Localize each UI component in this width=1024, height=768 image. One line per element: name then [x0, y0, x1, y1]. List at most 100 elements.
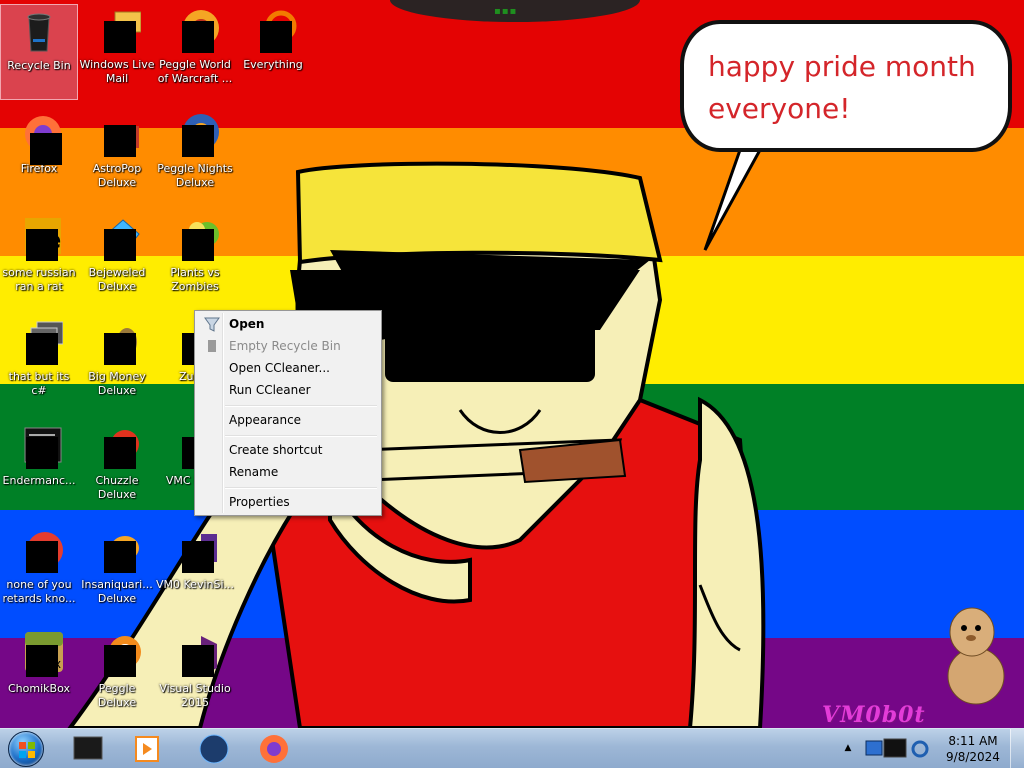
taskbar-button-firefox[interactable]	[244, 731, 304, 767]
visual-studio-icon	[171, 632, 219, 680]
desktop-icon-chomikbox[interactable]: ox ChomikBox	[0, 628, 78, 724]
media-player-icon	[135, 736, 159, 762]
menu-item-label: Run CCleaner	[229, 383, 311, 397]
menu-item-create-shortcut[interactable]: Create shortcut	[197, 439, 379, 461]
icon-label: Visual Studio 2015	[159, 682, 231, 709]
masked-icon-region	[104, 21, 136, 53]
icon-label: Windows Live Mail	[79, 58, 155, 85]
system-tray	[862, 735, 934, 763]
start-button[interactable]	[4, 730, 50, 768]
taskbar-button-media-player[interactable]	[118, 731, 178, 767]
stacked-windows-icon	[15, 320, 64, 368]
wallpaper-watermark: VM0b0t	[822, 702, 926, 728]
windows-live-mail-icon	[93, 8, 142, 56]
masked-icon-region	[26, 437, 58, 469]
icon-label: Big Money Deluxe	[88, 370, 146, 397]
sync-icon[interactable]	[911, 740, 929, 758]
monitor-icon[interactable]	[883, 738, 907, 758]
firefox-icon	[15, 112, 63, 165]
icon-label: ChomikBox	[8, 682, 70, 695]
menu-item-label: Open CCleaner...	[229, 361, 330, 375]
menu-item-open-ccleaner[interactable]: Open CCleaner...	[197, 357, 379, 379]
menu-item-run-ccleaner[interactable]: Run CCleaner	[197, 379, 379, 401]
icon-label: Peggle Nights Deluxe	[157, 162, 233, 189]
masked-icon-region	[104, 645, 136, 677]
show-desktop-button[interactable]	[1010, 729, 1024, 768]
globe-icon	[199, 734, 229, 764]
desktop-icon-peggle-wow[interactable]: Peggle World of Warcraft ...	[156, 4, 234, 100]
taskbar-button-globe-app[interactable]	[184, 731, 244, 767]
desktop-icon-vm0-kevinsi[interactable]: VM0 KevinSi...	[156, 524, 234, 620]
menu-item-label: Rename	[229, 465, 279, 479]
icon-label: Peggle World of Warcraft ...	[157, 58, 233, 85]
desktop-icon-chuzzle[interactable]: Chuzzle Deluxe	[78, 420, 156, 516]
taskbar-clock[interactable]: 8:11 AM 9/8/2024	[940, 733, 1006, 765]
desktop-icon-peggle-nights[interactable]: Peggle Nights Deluxe	[156, 108, 234, 204]
speech-bubble-text: happy pride month everyone!	[708, 50, 976, 125]
desktop-icon-astropop[interactable]: AstroPop Deluxe	[78, 108, 156, 204]
menu-item-label: Open	[229, 317, 265, 331]
desktop-icon-visual-studio[interactable]: Visual Studio 2015	[156, 628, 234, 724]
vm-kevinsi-icon	[171, 528, 219, 576]
icon-label: Plants vs Zombies	[170, 266, 220, 293]
icon-label: Insaniquari... Deluxe	[81, 578, 153, 605]
red-orb-icon	[15, 528, 63, 576]
firefox-icon	[260, 735, 288, 763]
masked-icon-region	[182, 541, 214, 573]
desktop-icon-bejeweled[interactable]: Bejeweled Deluxe	[78, 212, 156, 308]
desktop-icon-insaniquarium[interactable]: Insaniquari... Deluxe	[78, 524, 156, 620]
menu-item-label: Appearance	[229, 413, 302, 427]
desktop-icon-windows-live-mail[interactable]: Windows Live Mail	[78, 4, 156, 100]
peggle-nights-icon	[171, 112, 219, 160]
desktop-icon-that-but-its-csharp[interactable]: that but its c#	[0, 316, 78, 412]
masked-icon-region	[182, 229, 214, 261]
menu-item-properties[interactable]: Properties	[197, 491, 379, 513]
desktop-icon-russian-rat[interactable]: e some russian ran a rat	[0, 212, 78, 308]
peggle-deluxe-icon	[93, 632, 141, 680]
russian-rat-icon: e	[15, 216, 63, 264]
desktop-icon-none-of-you[interactable]: none of you retards kno...	[0, 524, 78, 620]
icon-label: Peggle Deluxe	[97, 682, 137, 709]
menu-separator	[225, 435, 377, 437]
desktop-icon-peggle-deluxe[interactable]: Peggle Deluxe	[78, 628, 156, 724]
desktop-icon-endermanc[interactable]: Endermanc...	[0, 420, 78, 516]
speech-bubble: happy pride month everyone!	[680, 20, 1012, 152]
plants-vs-zombies-icon	[171, 216, 219, 264]
big-money-icon	[93, 320, 141, 368]
desktop-icon-big-money[interactable]: Big Money Deluxe	[78, 316, 156, 412]
masked-icon-region	[26, 645, 58, 677]
desktop-icon-plants-vs-zombies[interactable]: Plants vs Zombies	[156, 212, 234, 308]
icon-label: Everything	[243, 58, 303, 71]
recycle-bin-context-menu: Open Empty Recycle Bin Open CCleaner... …	[194, 310, 382, 516]
desktop-icon-recycle-bin[interactable]: Recycle Bin	[0, 4, 78, 100]
show-hidden-icons-arrow-icon[interactable]: ▲	[842, 742, 854, 754]
menu-item-appearance[interactable]: Appearance	[197, 409, 379, 431]
masked-icon-region	[260, 21, 292, 53]
menu-item-label: Properties	[229, 495, 290, 509]
chomikbox-icon: ox	[15, 632, 63, 680]
taskbar: ▲ 8:11 AM 9/8/2024	[0, 728, 1024, 768]
menu-item-empty-recycle-bin[interactable]: Empty Recycle Bin	[197, 335, 379, 357]
masked-icon-region	[104, 125, 136, 157]
menu-separator	[225, 405, 377, 407]
network-icon[interactable]	[865, 740, 883, 756]
menu-item-rename[interactable]: Rename	[197, 461, 379, 483]
vm-screen-icon	[73, 736, 103, 760]
icon-label: none of you retards kno...	[2, 578, 76, 605]
icon-label: that but its c#	[8, 370, 70, 397]
menu-item-label: Create shortcut	[229, 443, 323, 457]
desktop-icon-firefox[interactable]: Firefox	[0, 108, 78, 204]
masked-icon-region	[182, 645, 214, 677]
taskbar-button-vm-app[interactable]	[58, 731, 118, 767]
menu-item-open[interactable]: Open	[197, 313, 379, 335]
masked-icon-region	[104, 541, 136, 573]
peggle-wow-icon	[171, 8, 219, 56]
desktop-icon-everything[interactable]: Everything	[234, 4, 312, 100]
icon-label: VM0 KevinSi...	[156, 578, 235, 591]
masked-icon-region	[104, 437, 136, 469]
console-app-icon	[15, 424, 63, 472]
clock-time: 8:11 AM	[948, 734, 998, 748]
menu-separator	[225, 487, 377, 489]
windows-start-orb-icon	[8, 731, 44, 767]
gadget-indicator-icon: ▪▪▪	[494, 6, 518, 17]
